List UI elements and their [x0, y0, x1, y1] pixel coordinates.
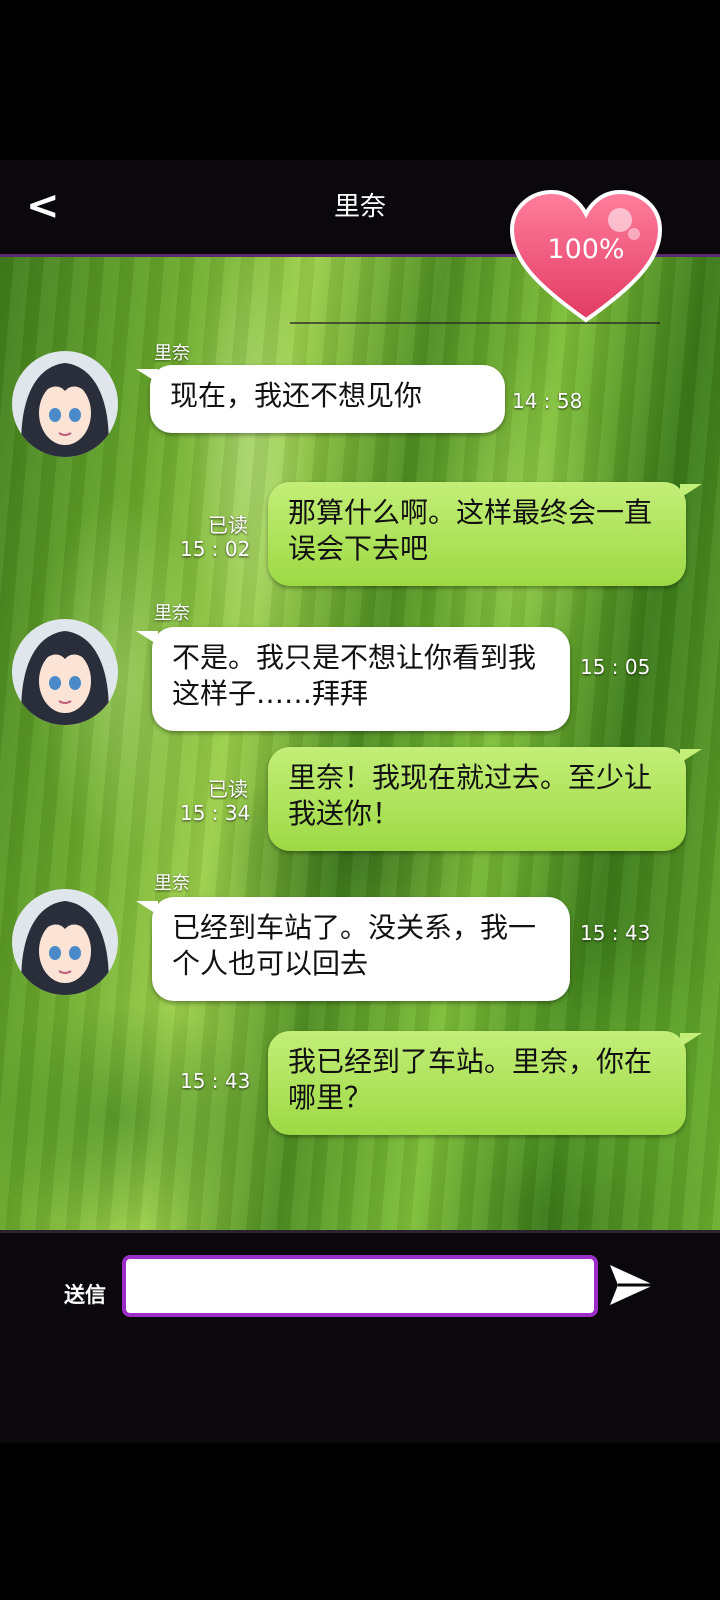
- message-time: 15 : 02: [180, 537, 251, 561]
- message-bubble: 那算什么啊。这样最终会一直误会下去吧: [268, 482, 686, 586]
- message-bubble: 现在，我还不想见你: [150, 365, 505, 433]
- message-time: 15 : 34: [180, 801, 251, 825]
- avatar[interactable]: [12, 351, 118, 457]
- composer-bar: 送信: [0, 1230, 720, 1443]
- message-time: 15 : 43: [180, 1069, 251, 1093]
- bubble-tail: [680, 484, 702, 498]
- affection-heart: 100%: [508, 190, 664, 326]
- avatar[interactable]: [12, 619, 118, 725]
- message-bubble: 已经到车站了。没关系，我一个人也可以回去: [152, 897, 570, 1001]
- sender-name: 里奈: [154, 873, 190, 894]
- message-time: 15 : 43: [580, 921, 651, 945]
- chat-area[interactable]: 里奈 现在，我还不想见你 14 : 58 已读 15 : 02 那算什么啊。这样…: [0, 257, 720, 1230]
- message-input[interactable]: [122, 1255, 598, 1317]
- message-bubble: 里奈！我现在就过去。至少让我送你！: [268, 747, 686, 851]
- bubble-tail: [136, 901, 158, 915]
- read-receipt: 已读: [208, 777, 248, 801]
- avatar[interactable]: [12, 889, 118, 995]
- bubble-tail: [136, 631, 158, 645]
- affection-value: 100%: [547, 234, 625, 265]
- message-time: 14 : 58: [512, 389, 583, 413]
- sender-name: 里奈: [154, 603, 190, 624]
- bubble-tail: [680, 749, 702, 763]
- sender-name: 里奈: [154, 343, 190, 364]
- bubble-tail: [136, 369, 158, 383]
- message-time: 15 : 05: [580, 655, 651, 679]
- read-receipt: 已读: [208, 513, 248, 537]
- send-label: 送信: [64, 1283, 106, 1307]
- send-icon: [610, 1265, 654, 1305]
- message-bubble: 我已经到了车站。里奈，你在哪里？: [268, 1031, 686, 1135]
- send-button[interactable]: [608, 1261, 656, 1309]
- bubble-tail: [680, 1033, 702, 1047]
- message-bubble: 不是。我只是不想让你看到我这样子……拜拜: [152, 627, 570, 731]
